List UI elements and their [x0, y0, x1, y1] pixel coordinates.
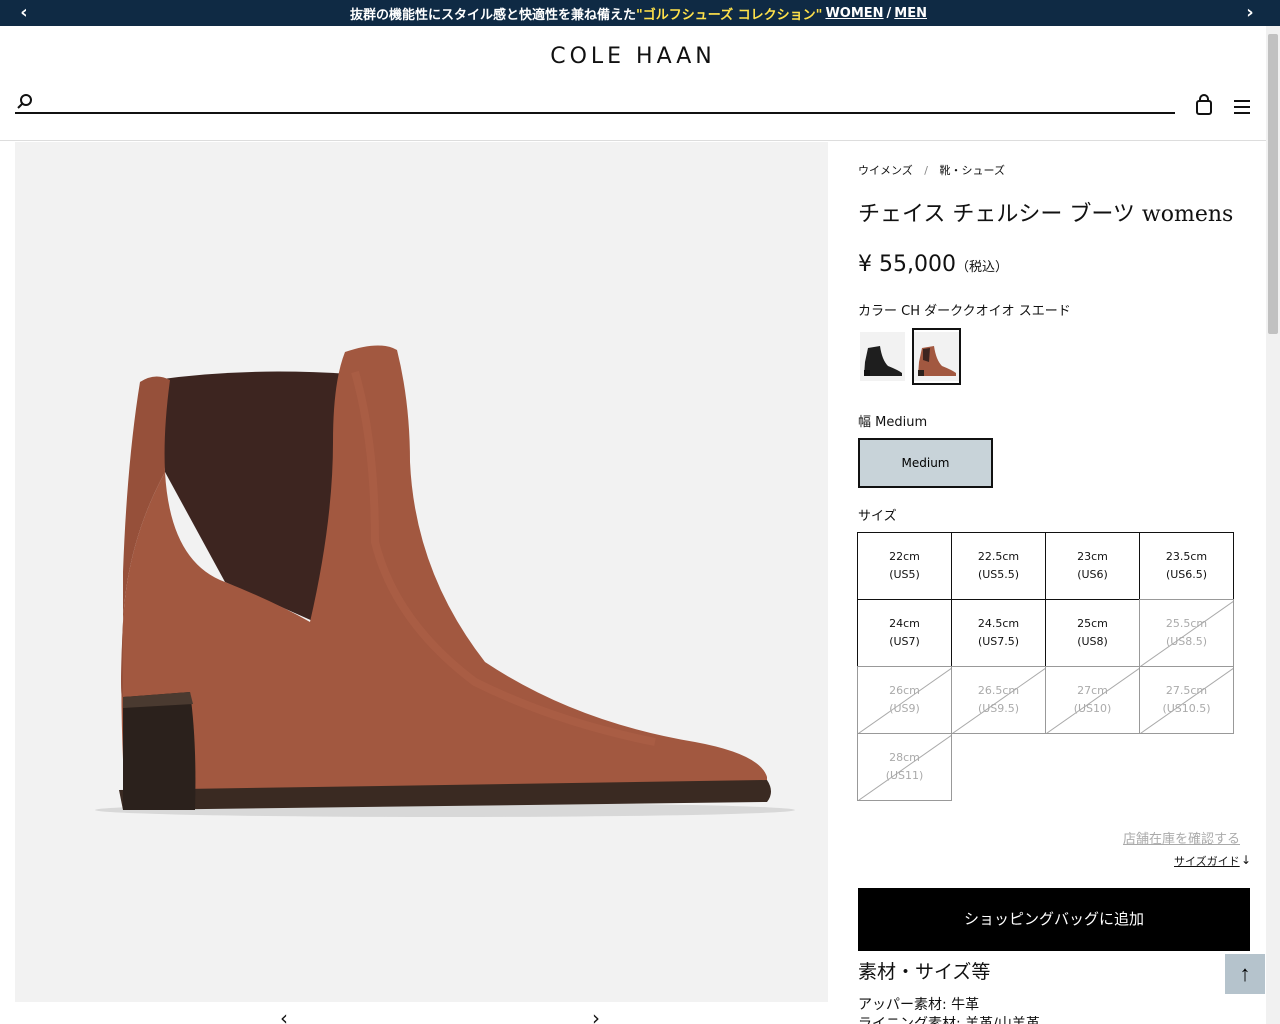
- breadcrumb-separator: /: [924, 164, 928, 177]
- color-swatch-black[interactable]: [858, 328, 907, 385]
- back-to-top-button[interactable]: ↑: [1225, 954, 1265, 994]
- size-us: (US7): [889, 635, 920, 648]
- size-us: (US7.5): [977, 635, 1020, 648]
- carousel-prev-arrow-icon[interactable]: ‹: [280, 1012, 300, 1024]
- size-us: (US5): [889, 568, 920, 581]
- size-us: (US6): [1077, 568, 1108, 581]
- width-option-medium[interactable]: Medium: [858, 438, 993, 488]
- size-cm: 26.5cm: [977, 684, 1020, 697]
- size-cm: 28cm: [889, 751, 920, 764]
- chelsea-boot-illustration: [95, 345, 795, 817]
- size-cm: 27cm: [1077, 684, 1108, 697]
- header-divider: [0, 140, 1266, 141]
- price-tax-note: （税込）: [955, 260, 1008, 275]
- size-us: (US8.5): [1165, 635, 1208, 648]
- size-cm: 23cm: [1077, 550, 1108, 563]
- size-guide-link[interactable]: サイズガイド: [1174, 853, 1240, 869]
- brown-boot-thumbnail-icon: [914, 332, 959, 381]
- size-us: (US8): [1077, 635, 1108, 648]
- arrow-down-icon: ↓: [1241, 853, 1252, 867]
- promo-text: 抜群の機能性にスタイル感と快適性を兼ね備えた: [350, 7, 637, 23]
- product-title: チェイス チェルシー ブーツ womens: [858, 202, 1234, 227]
- add-to-bag-button[interactable]: ショッピングバッグに追加: [858, 888, 1250, 951]
- page-scrollbar[interactable]: [1266, 26, 1280, 1024]
- hamburger-menu-icon[interactable]: [1232, 97, 1252, 117]
- size-cm: 27.5cm: [1165, 684, 1208, 697]
- size-cm: 26cm: [889, 684, 920, 697]
- size-option-unavailable[interactable]: 26.5cm (US9.5): [951, 666, 1046, 734]
- size-label: サイズ: [858, 509, 897, 524]
- breadcrumb: ウイメンズ / 靴・シューズ: [858, 162, 1005, 178]
- search-bar: [15, 90, 1175, 114]
- bag-icon[interactable]: [1194, 94, 1214, 116]
- promo-prev-arrow-icon[interactable]: ‹: [14, 3, 34, 23]
- promo-women-link[interactable]: WOMEN: [825, 6, 883, 21]
- search-input[interactable]: [43, 90, 1163, 112]
- breadcrumb-item-womens[interactable]: ウイメンズ: [858, 164, 913, 177]
- price-value: ¥ 55,000: [858, 252, 956, 277]
- size-option[interactable]: 24cm (US7): [857, 599, 952, 667]
- promo-highlight: "ゴルフシューズ コレクション": [636, 7, 823, 23]
- size-cm: 22.5cm: [977, 550, 1020, 563]
- brand-logo[interactable]: COLE HAAN: [0, 44, 1266, 69]
- size-option-unavailable[interactable]: 28cm (US11): [857, 733, 952, 801]
- width-label: 幅 Medium: [858, 415, 928, 430]
- size-option[interactable]: 22cm (US5): [857, 532, 952, 600]
- lining-material: ライニング素材: 羊革/山羊革: [858, 1016, 1040, 1024]
- carousel-next-arrow-icon[interactable]: ›: [592, 1012, 612, 1024]
- size-us: (US9): [889, 702, 920, 715]
- promo-banner: ‹ 抜群の機能性にスタイル感と快適性を兼ね備えた "ゴルフシューズ コレクション…: [0, 0, 1280, 26]
- promo-men-link[interactable]: MEN: [894, 6, 927, 21]
- size-cm: 24cm: [889, 617, 920, 630]
- size-option[interactable]: 23cm (US6): [1045, 532, 1140, 600]
- upper-material: アッパー素材: 牛革: [858, 997, 980, 1013]
- promo-next-arrow-icon[interactable]: ›: [1240, 3, 1260, 23]
- size-us: (US10.5): [1162, 702, 1211, 715]
- size-option-unavailable[interactable]: 26cm (US9): [857, 666, 952, 734]
- size-option[interactable]: 22.5cm (US5.5): [951, 532, 1046, 600]
- color-swatch-dark-cuoio-selected[interactable]: [912, 328, 961, 385]
- store-stock-link[interactable]: 店舗在庫を確認する: [1123, 828, 1240, 847]
- material-heading: 素材・サイズ等: [858, 961, 991, 983]
- size-cm: 25cm: [1077, 617, 1108, 630]
- size-cm: 24.5cm: [977, 617, 1020, 630]
- product-image[interactable]: [15, 142, 828, 1002]
- size-option[interactable]: 23.5cm (US6.5): [1139, 532, 1234, 600]
- size-us: (US6.5): [1165, 568, 1208, 581]
- size-us: (US9.5): [977, 702, 1020, 715]
- product-price: ¥ 55,000（税込）: [858, 252, 1008, 277]
- size-us: (US5.5): [977, 568, 1020, 581]
- size-option[interactable]: 25cm (US8): [1045, 599, 1140, 667]
- size-cm: 25.5cm: [1165, 617, 1208, 630]
- breadcrumb-item-shoes[interactable]: 靴・シューズ: [940, 164, 1005, 177]
- size-option-unavailable[interactable]: 25.5cm (US8.5): [1139, 599, 1234, 667]
- promo-separator: /: [886, 5, 892, 21]
- color-label: カラー CH ダーククオイオ スエード: [858, 304, 1071, 319]
- search-icon[interactable]: [15, 92, 35, 112]
- size-option[interactable]: 24.5cm (US7.5): [951, 599, 1046, 667]
- size-cm: 22cm: [889, 550, 920, 563]
- size-option-unavailable[interactable]: 27.5cm (US10.5): [1139, 666, 1234, 734]
- size-cm: 23.5cm: [1165, 550, 1208, 563]
- size-us: (US11): [885, 769, 924, 782]
- size-option-unavailable[interactable]: 27cm (US10): [1045, 666, 1140, 734]
- scrollbar-thumb[interactable]: [1268, 34, 1278, 334]
- size-us: (US10): [1073, 702, 1112, 715]
- black-boot-thumbnail-icon: [860, 332, 905, 381]
